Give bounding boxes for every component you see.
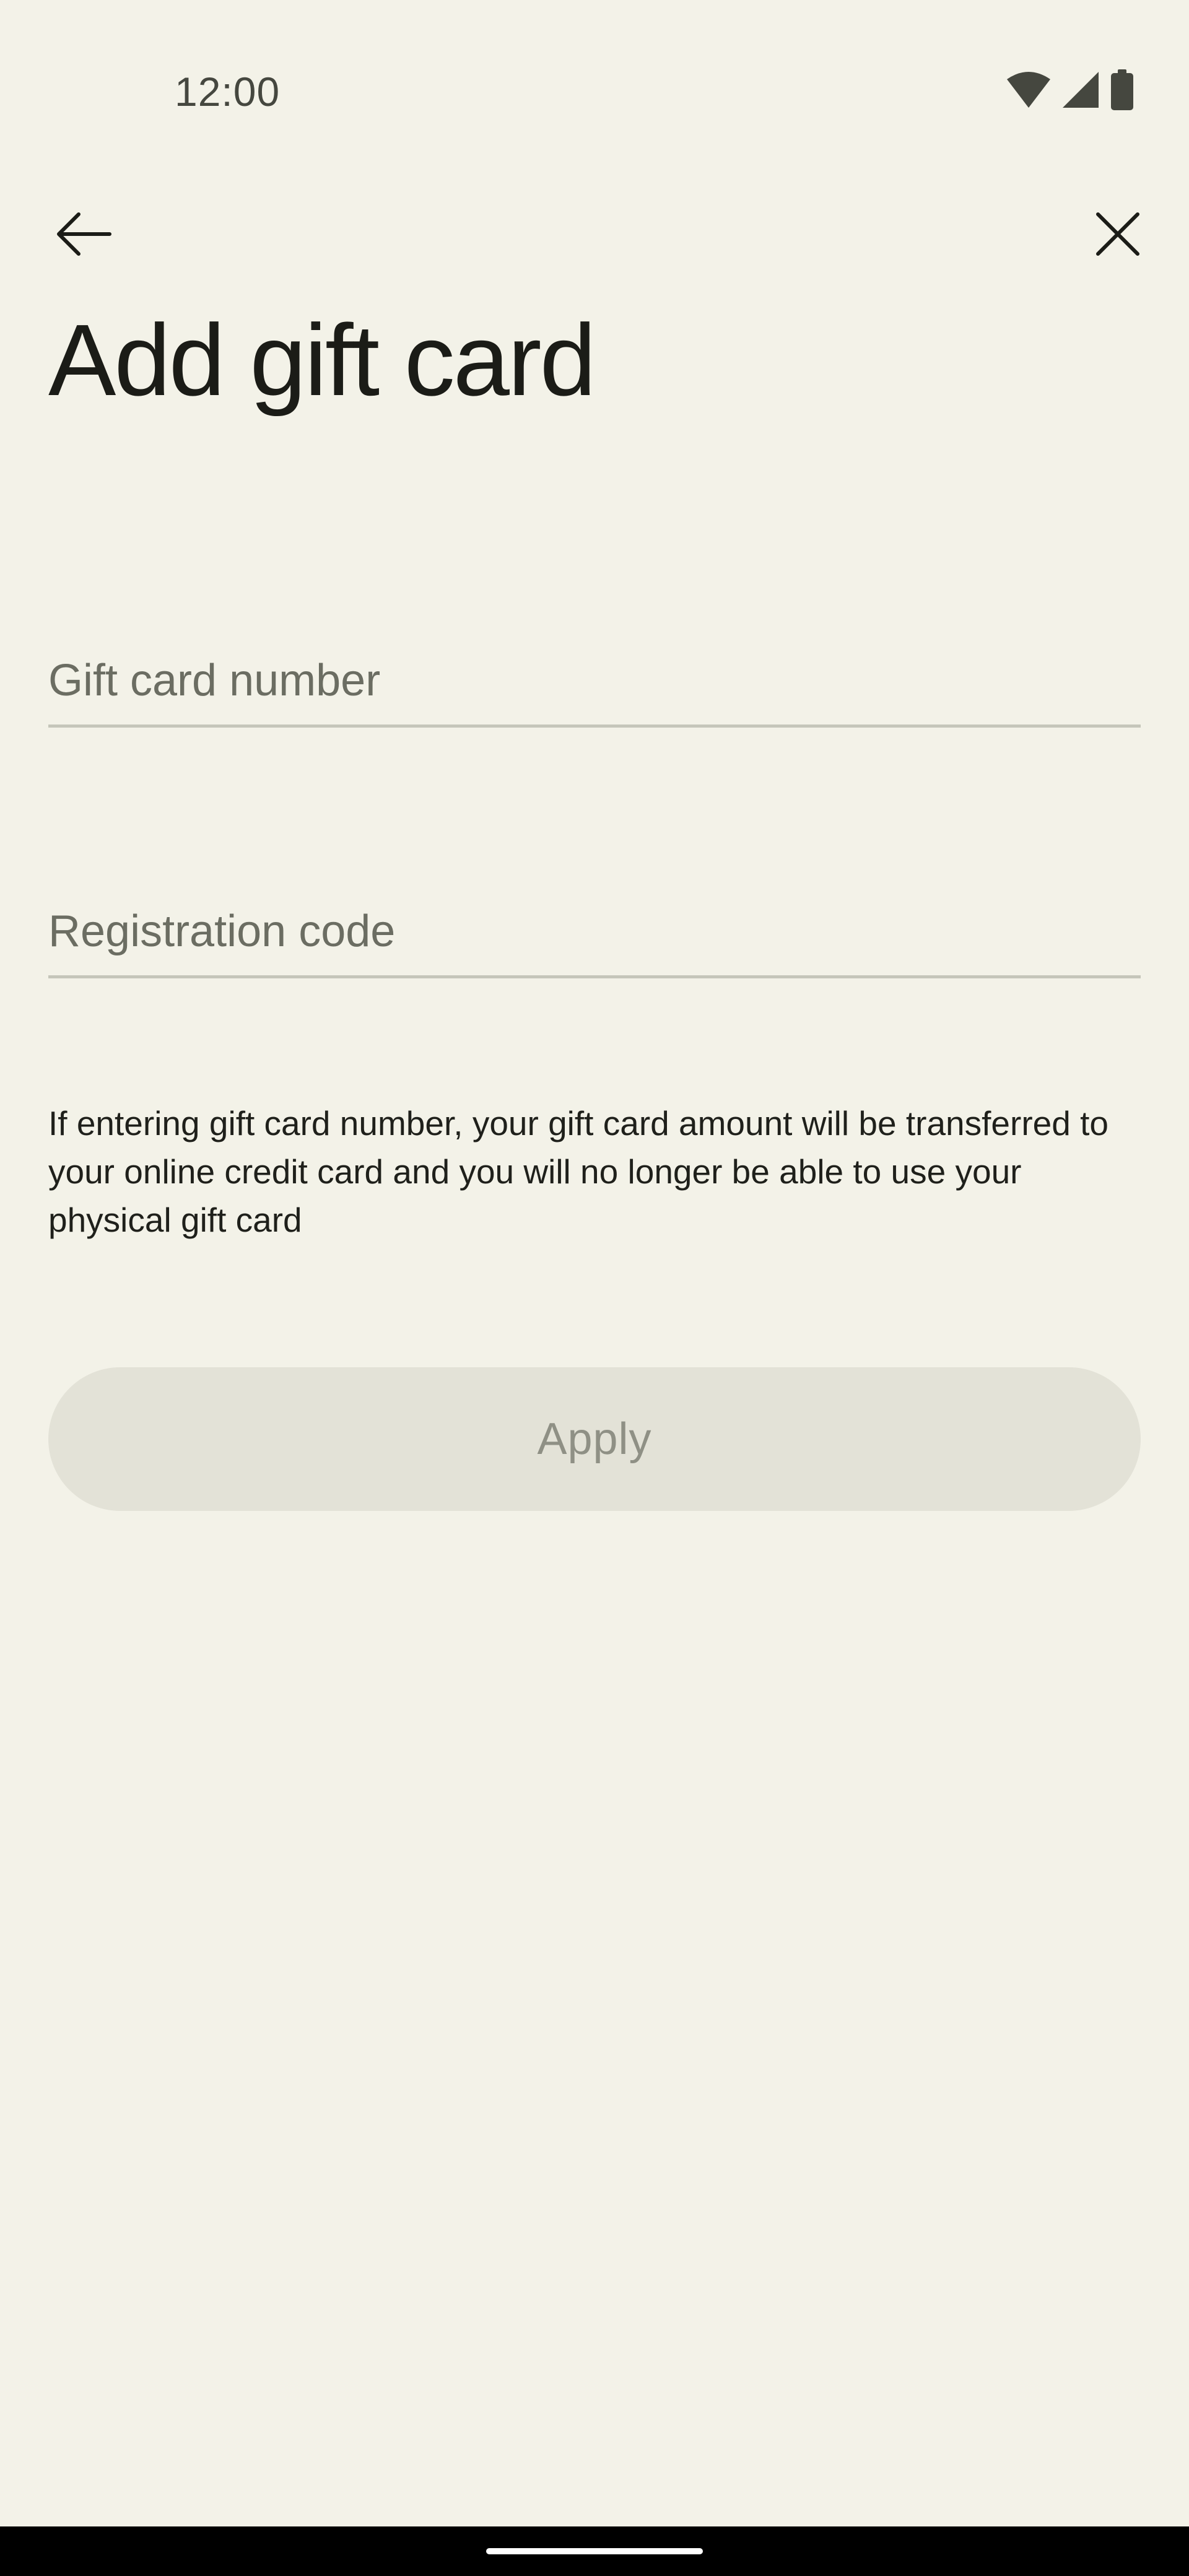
arrow-left-icon bbox=[53, 209, 115, 262]
registration-code-input[interactable] bbox=[48, 906, 1141, 957]
page-title: Add gift card bbox=[48, 303, 596, 417]
cellular-signal-icon bbox=[1061, 71, 1100, 109]
gift-card-info-text: If entering gift card number, your gift … bbox=[48, 1104, 1108, 1239]
close-button[interactable] bbox=[1071, 189, 1164, 282]
status-bar: 12:00 bbox=[0, 0, 1189, 118]
battery-icon bbox=[1110, 69, 1135, 110]
registration-code-field[interactable] bbox=[48, 882, 1141, 978]
system-navigation-bar bbox=[0, 2526, 1189, 2576]
home-indicator[interactable] bbox=[486, 2548, 703, 2554]
wifi-icon bbox=[1006, 71, 1052, 109]
gift-card-number-field[interactable] bbox=[48, 632, 1141, 728]
add-gift-card-screen: 12:00 Add gift card Gift card number Reg… bbox=[0, 0, 1189, 2576]
close-icon bbox=[1094, 211, 1141, 261]
status-icons bbox=[1006, 69, 1135, 110]
top-app-bar bbox=[0, 186, 1189, 285]
back-button[interactable] bbox=[37, 189, 130, 282]
status-time: 12:00 bbox=[175, 69, 281, 115]
apply-button[interactable]: Apply bbox=[48, 1367, 1141, 1511]
gift-card-number-input[interactable] bbox=[48, 655, 1141, 706]
